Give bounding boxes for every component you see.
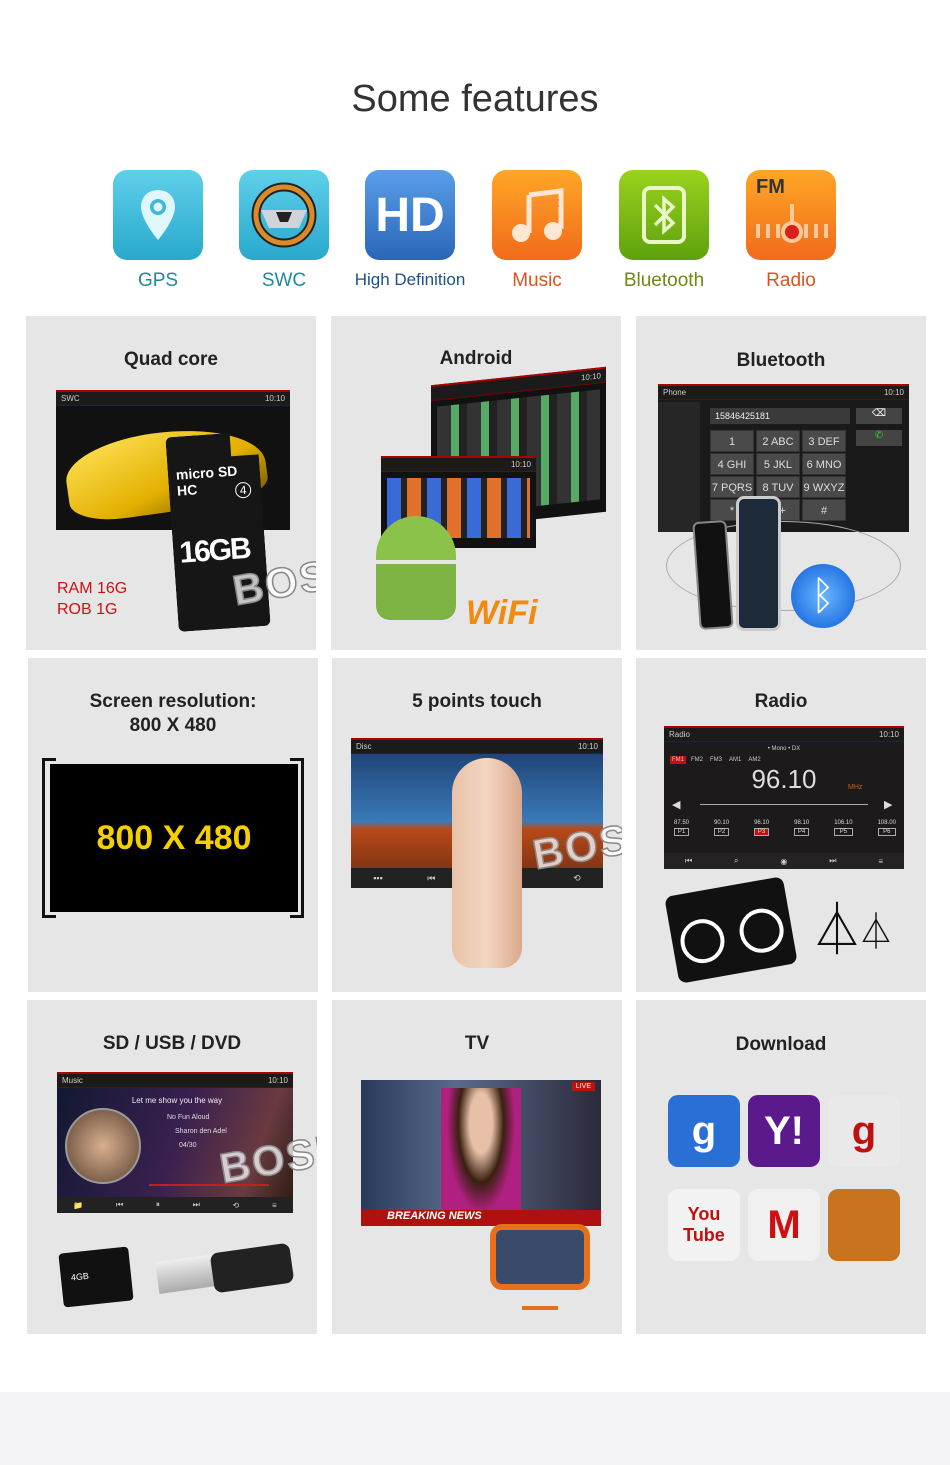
hand-image — [452, 758, 522, 968]
preset-p4[interactable]: 98.10 P4 — [794, 820, 810, 836]
seek-back-button[interactable]: ◀ — [672, 798, 680, 811]
music-controls[interactable]: 📁 ⏮ ⏸ ⏭ ⟲ ≡ — [57, 1197, 293, 1213]
panel-bluetooth: Bluetooth Phone 10:10 15846425181 ⌫ ✆ 12 … — [636, 316, 926, 650]
google-maps-icon[interactable]: g — [828, 1095, 900, 1167]
feature-label: Radio — [766, 270, 816, 291]
antenna-tower-icon: ⏃ — [858, 911, 895, 952]
keypad-key[interactable]: 6 MNO — [802, 453, 846, 475]
usb-plug-image — [155, 1253, 219, 1295]
panel-download: Download g Y! g You Tube M — [636, 1000, 926, 1334]
panel-title: Download — [735, 1034, 827, 1055]
page-title: Some features — [351, 78, 599, 120]
yahoo-icon[interactable]: Y! — [748, 1095, 820, 1167]
feature-label: Bluetooth — [623, 270, 705, 291]
album-art — [65, 1108, 141, 1184]
bird-app-icon[interactable] — [828, 1189, 900, 1261]
backspace-button[interactable]: ⌫ — [856, 408, 902, 424]
panel-title: Bluetooth — [736, 350, 826, 371]
android-robot-icon — [371, 516, 461, 626]
preset-list: 87.50 P1 90.10 P2 96.10 P3 98.10 P4 106.10 P5 108.… — [674, 820, 896, 836]
preset-p2[interactable]: 90.10 P2 — [714, 820, 730, 836]
keypad-key[interactable]: 9 WXYZ — [802, 476, 846, 498]
wifi-logo: WiFi — [466, 594, 538, 632]
keypad-key[interactable]: 7 PQRS — [710, 476, 754, 498]
hd-icon: HD — [365, 170, 455, 260]
live-badge: LIVE — [571, 1082, 595, 1091]
band-am1[interactable]: AM1 — [727, 756, 743, 764]
keypad-key[interactable]: # — [802, 499, 846, 521]
bluetooth-icon — [619, 170, 709, 260]
feature-hd: HD High Definition — [350, 170, 470, 290]
frequency-display: 96.10 — [751, 764, 817, 794]
band-am2[interactable]: AM2 — [746, 756, 762, 764]
feature-swc: SWC — [224, 170, 344, 292]
preset-p1[interactable]: 87.50 P1 — [674, 820, 690, 836]
band-fm3[interactable]: FM3 — [708, 756, 724, 764]
feature-music: Music — [477, 170, 597, 292]
map-pin-icon — [113, 170, 203, 260]
band-fm1[interactable]: FM1 — [670, 756, 686, 764]
panel-tv: TV LIVE BREAKING NEWS — [332, 1000, 622, 1334]
footer-strip — [0, 1392, 950, 1465]
youtube-icon[interactable]: You Tube — [668, 1189, 740, 1261]
google-search-icon[interactable]: g — [668, 1095, 740, 1167]
keypad-key[interactable]: 4 GHI — [710, 453, 754, 475]
song-title: Let me show you the way — [131, 1096, 223, 1105]
band-fm2[interactable]: FM2 — [689, 756, 705, 764]
keypad-key[interactable]: 8 TUV — [756, 476, 800, 498]
tuning-slider[interactable] — [700, 804, 868, 805]
preset-p6[interactable]: 108.00 P6 — [877, 820, 896, 836]
tv-set-image — [490, 1224, 590, 1290]
panel-title: Radio — [754, 691, 808, 712]
preset-p3[interactable]: 96.10 P3 — [754, 820, 770, 836]
feature-label: SWC — [261, 270, 307, 291]
feature-label: GPS — [137, 270, 179, 291]
panel-title: Quad core — [124, 349, 218, 370]
screen-title: SWC — [61, 394, 80, 403]
panel-title: Android — [439, 348, 513, 369]
panel-quad-core: Quad core SWC 10:10 micro SD HC 4 16GB RA… — [26, 316, 316, 650]
clock: 10:10 — [264, 394, 285, 403]
steering-wheel-icon — [239, 170, 329, 260]
phone-number-input[interactable]: 15846425181 — [710, 408, 850, 424]
feature-label: High Definition — [354, 270, 466, 289]
keypad-key[interactable]: 3 DEF — [802, 430, 846, 452]
panel-title: TV — [464, 1033, 490, 1054]
feature-radio: FM Radio — [731, 170, 851, 292]
antenna-tower-icon: ⏃ — [811, 902, 864, 960]
panel-android: Android 10:10 10:10 WiFi — [331, 316, 621, 650]
radio-screen: Radio 10:10 • Mono • DX FM1 FM2 FM3 AM1 AM2 9… — [664, 726, 904, 869]
panel-screen-resolution: Screen resolution: 800 X 480 800 X 480 — [28, 658, 318, 992]
keypad-key[interactable]: 2 ABC — [756, 430, 800, 452]
panel-title: SD / USB / DVD — [102, 1033, 242, 1054]
preset-p5[interactable]: 106.10 P5 — [834, 820, 853, 836]
panel-subtitle: 800 X 480 — [129, 715, 217, 736]
feature-gps: GPS — [98, 170, 218, 292]
panel-sd-usb-dvd: SD / USB / DVD Music 10:10 Let me show yo… — [27, 1000, 317, 1334]
panel-title: 5 points touch — [412, 691, 542, 712]
seek-forward-button[interactable]: ▶ — [884, 798, 892, 811]
panel-5-points-touch: 5 points touch Disc10:10 ▪▪▪⏮⏸⟲ BOSION — [332, 658, 622, 992]
resolution-display: 800 X 480 — [50, 764, 298, 912]
sd-card-image: 4GB — [58, 1246, 134, 1308]
band-selector: FM1 FM2 FM3 AM1 AM2 — [670, 756, 763, 764]
phone-image — [736, 496, 781, 631]
radio-controls[interactable]: ⏮ ⌕ ◉ ⏭ ≡ — [664, 853, 904, 869]
gmail-icon[interactable]: M — [748, 1189, 820, 1261]
fm-radio-icon: FM — [746, 170, 836, 260]
call-button[interactable]: ✆ — [856, 430, 902, 446]
phone-screen: Phone 10:10 15846425181 ⌫ ✆ 12 ABC 3 DEF 4 … — [658, 384, 909, 532]
keypad-key[interactable]: 5 JKL — [756, 453, 800, 475]
panel-title: Screen resolution: — [89, 691, 257, 712]
memory-specs: RAM 16G ROB 1G — [57, 580, 128, 618]
boombox-image — [664, 876, 798, 984]
music-note-icon — [492, 170, 582, 260]
feature-bluetooth: Bluetooth — [604, 170, 724, 292]
tv-broadcast-image: LIVE BREAKING NEWS — [361, 1080, 601, 1226]
feature-label: Music — [512, 270, 562, 291]
keypad-key[interactable]: 1 — [710, 430, 754, 452]
panel-radio: Radio Radio 10:10 • Mono • DX FM1 FM2 FM3 AM… — [636, 658, 926, 992]
bluetooth-icon: ᛒ — [791, 564, 855, 628]
phone-sidebar[interactable] — [658, 402, 700, 532]
